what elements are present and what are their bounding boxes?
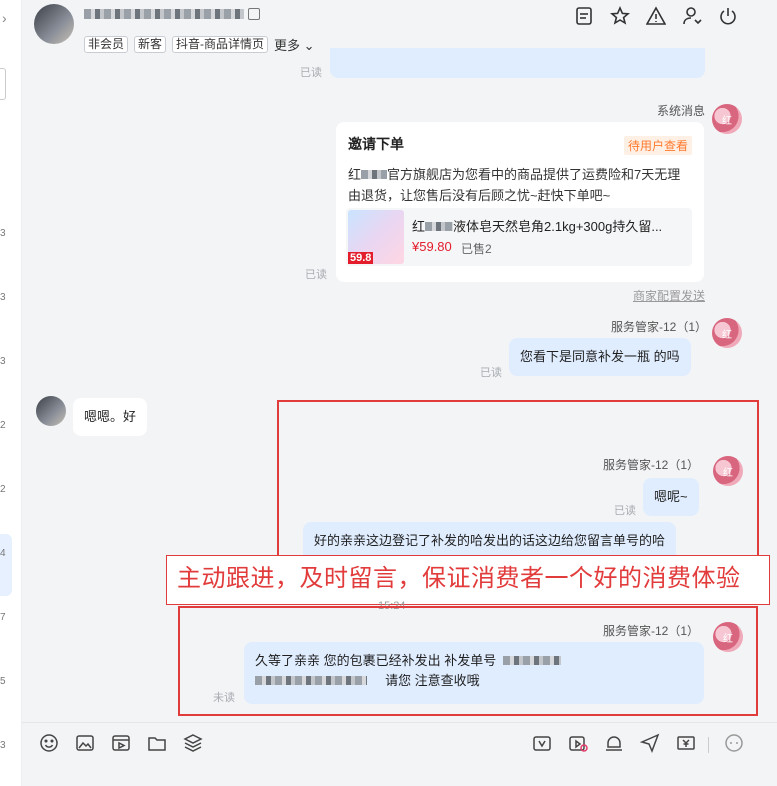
header-actions xyxy=(573,5,739,27)
list-count: 3 xyxy=(0,228,6,239)
shop-name-prefix: 红 xyxy=(348,167,362,182)
status-badge: 待用户查看 xyxy=(623,136,692,155)
avatar-label: 红 xyxy=(723,467,733,479)
chevron-down-icon: ⌄ xyxy=(303,38,315,53)
list-count: 3 xyxy=(0,356,6,367)
read-status: 未读 xyxy=(213,692,235,704)
warning-icon[interactable] xyxy=(645,5,667,27)
message-bubble: 嗯嗯。好 xyxy=(73,398,148,436)
message-bubble: 嗯呢~ xyxy=(643,478,699,516)
document-icon[interactable] xyxy=(573,5,595,27)
image-icon[interactable] xyxy=(75,733,97,755)
power-icon[interactable] xyxy=(717,5,739,27)
message-line: 请您 注意查收哦 xyxy=(255,671,693,691)
message-bubble-partial xyxy=(330,48,705,78)
toolbar-divider xyxy=(708,737,709,753)
folder-icon[interactable] xyxy=(147,733,169,755)
message-line: 久等了亲亲 您的包裹已经补发出 补发单号 xyxy=(255,651,693,671)
read-status: 已读 xyxy=(300,67,322,79)
card-body-text: 官方旗舰店为您看中的商品提供了运费险和7天无理由退货，让您售后没有后顾之忧~赶快… xyxy=(348,167,681,203)
list-count: 3 xyxy=(0,740,6,751)
avatar-label: 红 xyxy=(722,115,732,127)
send-icon[interactable] xyxy=(639,733,662,755)
service-icon[interactable] xyxy=(604,733,626,755)
more-tags-button[interactable]: 更多 ⌄ xyxy=(274,35,315,54)
product-image: 59.8 xyxy=(348,210,404,264)
agent-avatar: 红 xyxy=(713,456,743,486)
list-count: 4 xyxy=(0,548,6,559)
avatar-label: 红 xyxy=(722,329,732,341)
more-label: 更多 xyxy=(274,38,301,53)
sender-name: 服务管家-12（1） xyxy=(602,458,699,472)
product-item[interactable]: 59.8 红 液体皂天然皂角2.1kg+300g持久留... ¥59.80 已售2 xyxy=(346,208,692,266)
read-status: 已读 xyxy=(305,269,327,281)
message-bubble: 好的亲亲这边登记了补发的哈发出的话这边给您留言单号的哈 xyxy=(303,522,677,556)
chat-window: › 3 3 3 2 2 4 7 5 3 非会员 新客 抖音-商品详情页 更多 ⌄ xyxy=(0,0,777,786)
transfer-user-icon[interactable] xyxy=(681,5,703,27)
input-toolbar xyxy=(22,722,777,786)
customer-tags: 非会员 新客 抖音-商品详情页 更多 ⌄ xyxy=(84,35,315,54)
redacted-name xyxy=(84,9,244,19)
annotation-banner: 主动跟进，及时留言，保证消费者一个好的消费体验 xyxy=(166,555,770,605)
customer-name xyxy=(84,8,260,20)
message-bubble: 久等了亲亲 您的包裹已经补发出 补发单号 请您 注意查收哦 xyxy=(244,642,704,704)
robot-icon[interactable] xyxy=(724,733,746,755)
video-add-icon[interactable] xyxy=(532,733,554,755)
redacted-shop-name xyxy=(361,170,388,179)
layers-icon[interactable] xyxy=(183,733,205,755)
redacted-product xyxy=(425,222,454,231)
product-price: ¥59.80 xyxy=(412,239,452,254)
conversation-list-edge: › 3 3 3 2 2 4 7 5 3 xyxy=(0,0,22,786)
shop-avatar: 红 xyxy=(712,104,742,134)
read-status: 已读 xyxy=(480,367,502,379)
emoji-icon[interactable] xyxy=(39,733,61,755)
agent-avatar: 红 xyxy=(712,318,742,348)
product-name: 红 液体皂天然皂角2.1kg+300g持久留... xyxy=(412,216,662,235)
sender-name: 系统消息 xyxy=(656,104,705,118)
redacted-tracking-number xyxy=(503,656,562,665)
read-status: 已读 xyxy=(614,505,636,517)
product-name-prefix: 红 xyxy=(412,219,426,234)
merchant-config-link[interactable]: 商家配置发送 xyxy=(633,287,705,304)
chevron-right-icon[interactable]: › xyxy=(2,10,7,26)
tag-source: 抖音-商品详情页 xyxy=(172,36,269,53)
message-bubble: 您看下是同意补发一瓶 的吗 xyxy=(509,338,691,376)
sender-name: 服务管家-12（1） xyxy=(602,624,699,638)
customer-avatar[interactable] xyxy=(34,4,74,44)
edit-icon[interactable] xyxy=(248,8,260,20)
invite-order-card[interactable]: 邀请下单 待用户查看 红官方旗舰店为您看中的商品提供了运费险和7天无理由退货，让… xyxy=(336,122,704,282)
selected-conversation-highlight xyxy=(0,534,12,596)
avatar-label: 红 xyxy=(723,633,733,645)
list-count: 2 xyxy=(0,484,6,495)
tag-member-status: 非会员 xyxy=(84,36,129,53)
tag-new-customer: 新客 xyxy=(134,36,167,53)
star-icon[interactable] xyxy=(609,5,631,27)
video-icon[interactable] xyxy=(111,733,133,755)
coupon-icon[interactable] xyxy=(676,733,698,755)
list-count: 2 xyxy=(0,420,6,431)
search-box-edge[interactable] xyxy=(0,68,6,100)
product-sold-count: 已售2 xyxy=(461,242,492,256)
redacted-tracking-number xyxy=(255,676,367,685)
list-count: 5 xyxy=(0,676,6,687)
live-product-icon[interactable] xyxy=(568,733,590,755)
agent-avatar: 红 xyxy=(713,622,743,652)
list-count: 3 xyxy=(0,292,6,303)
card-body: 红官方旗舰店为您看中的商品提供了运费险和7天无理由退货，让您售后没有后顾之忧~赶… xyxy=(348,164,693,206)
customer-avatar-small xyxy=(36,396,66,426)
list-count: 7 xyxy=(0,612,6,623)
sender-name: 服务管家-12（1） xyxy=(610,320,707,334)
message-line-2: 请您 注意查收哦 xyxy=(385,673,480,688)
product-name-rest: 液体皂天然皂角2.1kg+300g持久留... xyxy=(453,219,663,234)
message-line-1: 久等了亲亲 您的包裹已经补发出 补发单号 xyxy=(255,653,497,668)
product-image-price: 59.8 xyxy=(348,252,374,264)
